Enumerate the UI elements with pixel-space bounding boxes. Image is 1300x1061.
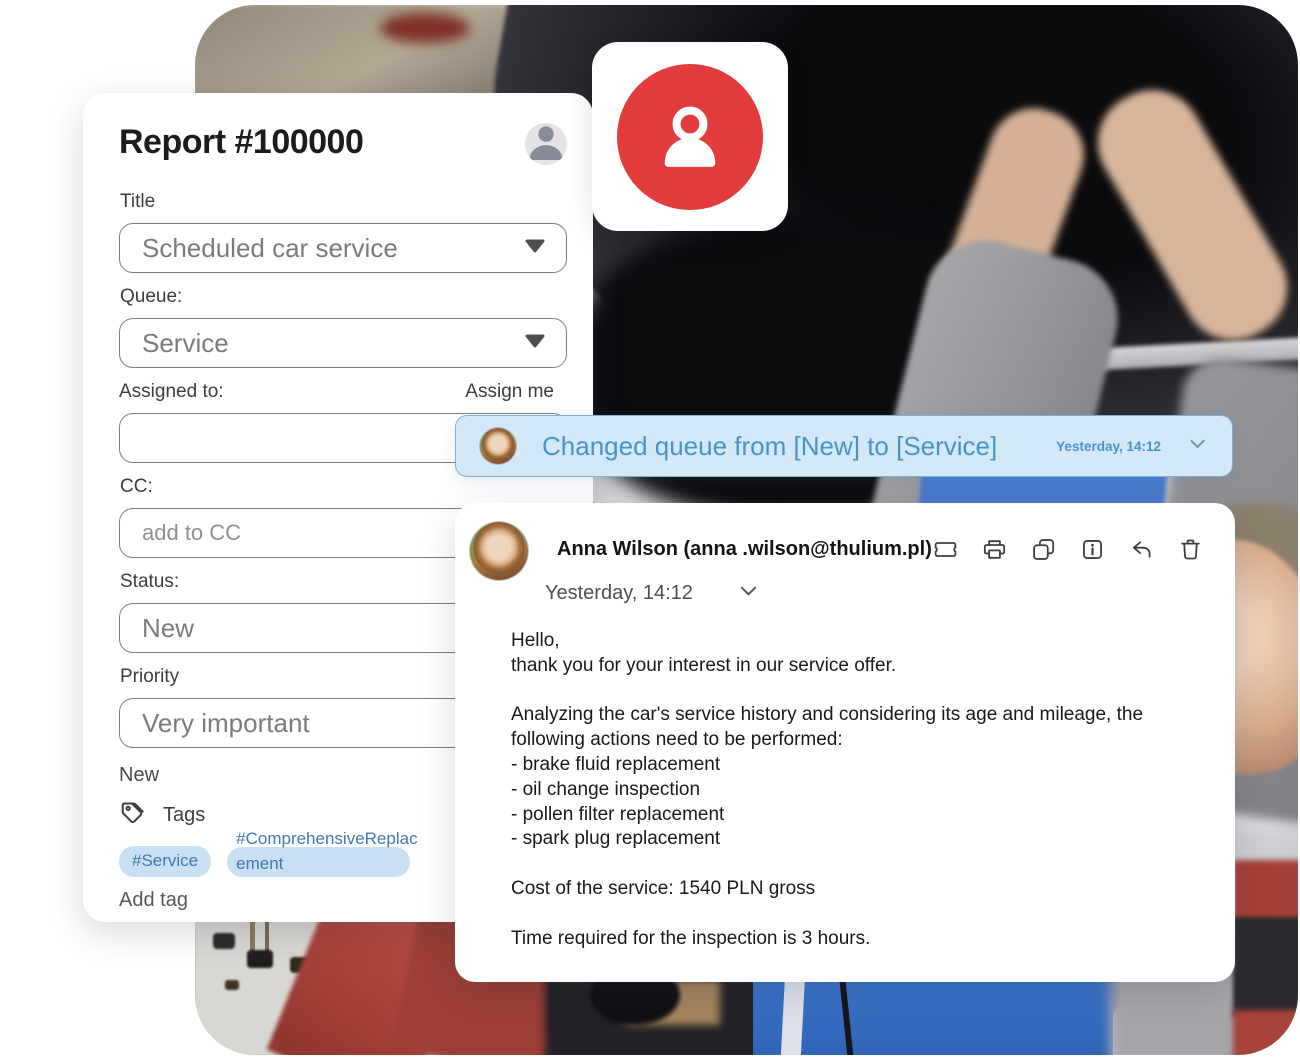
email-body-line: - brake fluid replacement	[511, 753, 1179, 778]
email-body-blank	[511, 852, 1179, 877]
event-message: Changed queue from [New] to [Service]	[542, 431, 997, 462]
assign-me-link[interactable]: Assign me	[465, 381, 567, 403]
photo-shape	[380, 13, 470, 43]
title-select[interactable]: Scheduled car service	[119, 223, 567, 273]
copy-icon[interactable]	[1030, 536, 1057, 563]
email-toolbar	[932, 536, 1204, 563]
tag-service[interactable]: #Service	[119, 846, 211, 877]
chevron-down-icon	[524, 333, 546, 354]
user-avatar[interactable]	[525, 123, 567, 165]
email-timestamp: Yesterday, 14:12	[545, 582, 693, 605]
title-field-label: Title	[120, 191, 567, 213]
tags-icon	[119, 799, 147, 832]
report-title: Report #100000	[119, 123, 363, 162]
assigned-field-label: Assigned to:	[119, 381, 224, 403]
contact-avatar-card[interactable]	[592, 42, 788, 231]
page: Report #100000 Title Scheduled car servi…	[0, 0, 1300, 1061]
person-icon	[617, 64, 763, 210]
queue-select[interactable]: Service	[119, 318, 567, 368]
person-silhouette-icon	[525, 123, 567, 165]
print-icon[interactable]	[981, 536, 1008, 563]
tag-comprehensive-replacement[interactable]: #ComprehensiveReplacement	[227, 847, 410, 877]
info-icon[interactable]	[1079, 536, 1106, 563]
email-body-blank	[511, 902, 1179, 927]
photo-shape	[1233, 917, 1298, 1017]
priority-select-value: Very important	[142, 708, 310, 739]
queue-field-label: Queue:	[120, 286, 567, 308]
chevron-down-icon	[524, 238, 546, 259]
event-timestamp: Yesterday, 14:12	[1056, 439, 1161, 454]
email-body-line: - spark plug replacement	[511, 827, 1179, 852]
photo-shape	[1233, 1010, 1298, 1055]
add-tag-link[interactable]: Add tag	[119, 889, 188, 912]
email-body-line: - pollen filter replacement	[511, 803, 1179, 828]
photo-shape	[1233, 860, 1298, 925]
reply-icon[interactable]	[1128, 536, 1155, 563]
photo-shape	[247, 950, 273, 968]
email-body-blank	[511, 679, 1179, 704]
email-card: Anna Wilson (anna .wilson@thulium.pl)	[455, 503, 1235, 982]
email-body-line: thank you for your interest in our servi…	[511, 654, 1179, 679]
queue-change-event[interactable]: Changed queue from [New] to [Service] Ye…	[455, 415, 1233, 477]
avatar	[480, 428, 516, 464]
email-body: Hello,thank you for your interest in our…	[511, 629, 1179, 951]
avatar	[470, 522, 528, 580]
trash-icon[interactable]	[1177, 536, 1204, 563]
ticket-icon[interactable]	[932, 536, 959, 563]
email-body-line: Analyzing the car's service history and …	[511, 703, 1179, 753]
tags-label: Tags	[163, 804, 205, 827]
email-body-line: Time required for the inspection is 3 ho…	[511, 927, 1179, 952]
photo-shape	[213, 933, 235, 949]
queue-select-value: Service	[142, 328, 229, 359]
email-sender: Anna Wilson (anna .wilson@thulium.pl)	[557, 538, 932, 561]
chevron-down-icon[interactable]	[1187, 433, 1208, 459]
email-body-line: - oil change inspection	[511, 778, 1179, 803]
email-body-line: Hello,	[511, 629, 1179, 654]
photo-shape	[225, 980, 239, 990]
status-select-value: New	[142, 613, 194, 644]
email-body-line: Cost of the service: 1540 PLN gross	[511, 877, 1179, 902]
title-select-value: Scheduled car service	[142, 233, 398, 264]
chevron-down-icon[interactable]	[737, 579, 760, 607]
cc-field-label: CC:	[120, 476, 567, 498]
